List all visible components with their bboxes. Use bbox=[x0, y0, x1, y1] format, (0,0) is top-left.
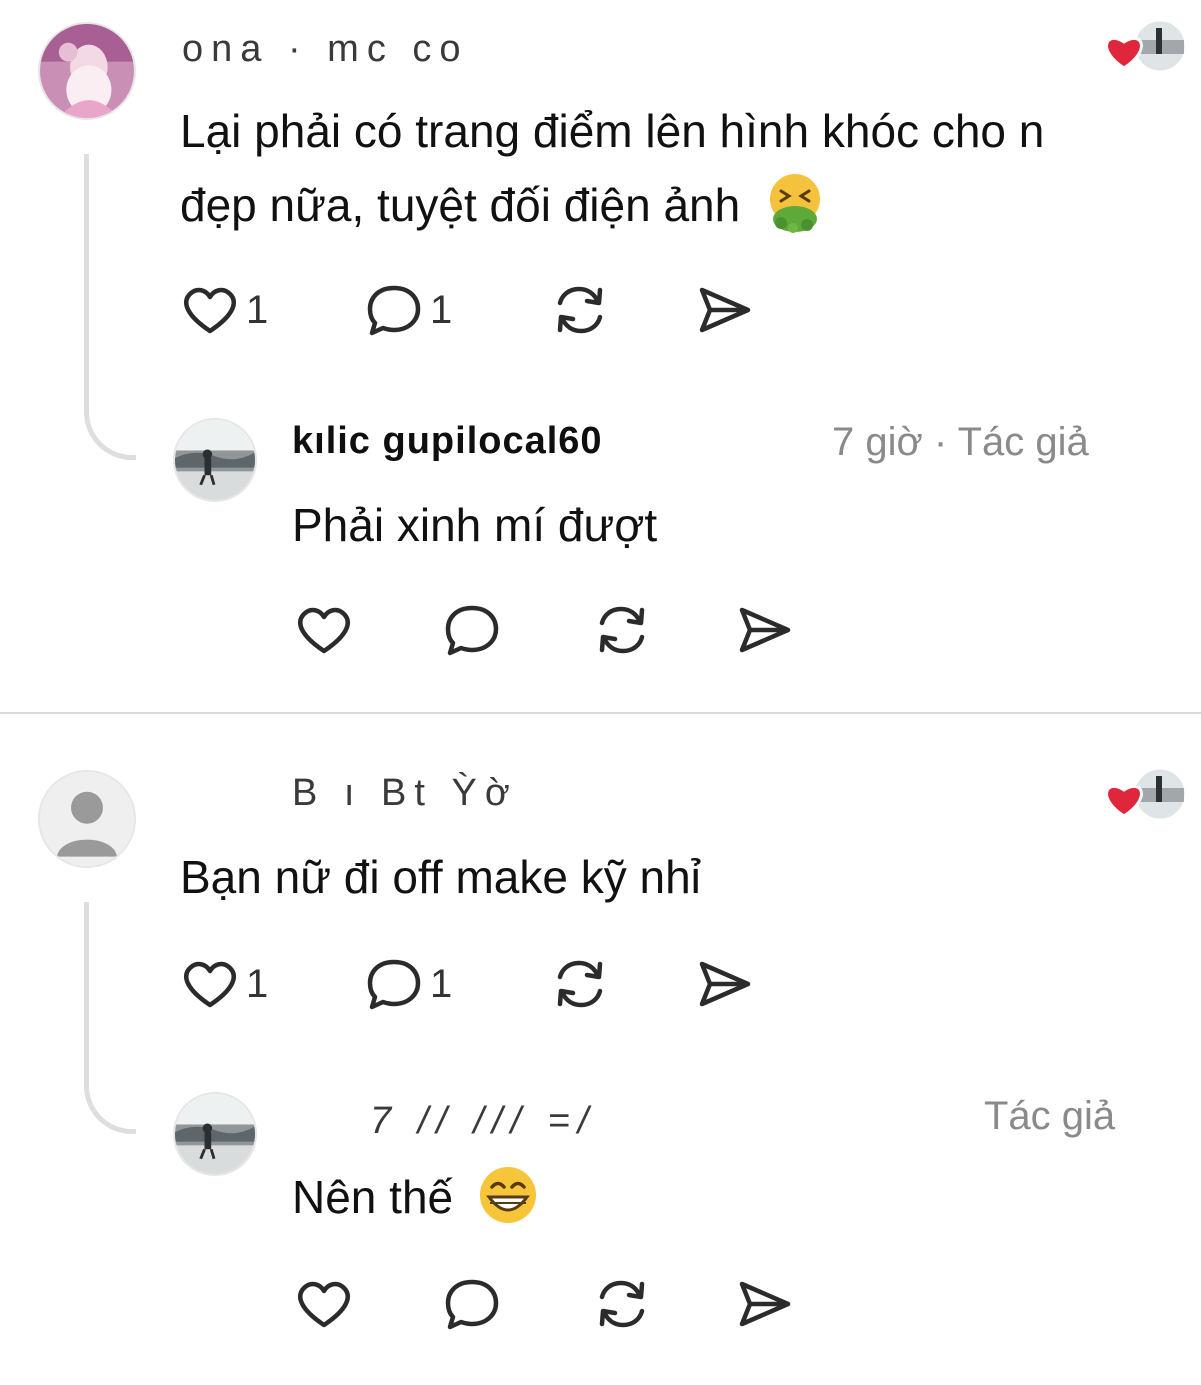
repost-icon bbox=[599, 606, 645, 654]
heart-outline-icon bbox=[298, 607, 350, 654]
send-icon bbox=[699, 287, 751, 333]
reply-button[interactable]: 1 bbox=[362, 952, 452, 1016]
comment-text-line-1: Lại phải có trang điểm lên hình khóc cho… bbox=[180, 105, 1045, 157]
comment-actions: 1 1 bbox=[178, 278, 798, 342]
reply-button[interactable] bbox=[440, 598, 504, 662]
like-count: 1 bbox=[246, 961, 269, 1006]
author-tag: Tác giả bbox=[957, 420, 1089, 464]
comment-text-continued: đẹp nữa, tuyệt đối điện ảnh bbox=[180, 168, 827, 242]
repost-icon bbox=[557, 960, 603, 1008]
like-button[interactable] bbox=[292, 1272, 356, 1336]
reply-time: 7 giờ bbox=[832, 420, 923, 464]
like-count: 1 bbox=[246, 287, 269, 332]
thread-divider bbox=[0, 712, 1201, 714]
author-liked-badge bbox=[1102, 16, 1188, 78]
repost-icon bbox=[557, 286, 603, 334]
reply-count: 1 bbox=[430, 961, 453, 1006]
heart-outline-icon bbox=[298, 1281, 350, 1328]
avatar[interactable] bbox=[38, 22, 136, 120]
comment-text-line-2: đẹp nữa, tuyệt đối điện ảnh bbox=[180, 179, 741, 231]
share-button[interactable] bbox=[692, 952, 756, 1016]
send-icon bbox=[699, 961, 751, 1007]
avatar[interactable] bbox=[173, 1092, 257, 1176]
thread-connector-line bbox=[84, 902, 136, 1134]
comment-username[interactable]: B ı Bt Ỳờ bbox=[292, 772, 752, 815]
reply-meta: 7 giờ · Tác giả bbox=[832, 420, 1089, 465]
reply-actions bbox=[292, 598, 812, 662]
share-button[interactable] bbox=[732, 598, 796, 662]
heart-icon bbox=[1105, 784, 1143, 818]
grinning-face-icon bbox=[476, 1163, 540, 1227]
repost-button[interactable] bbox=[590, 598, 654, 662]
send-icon bbox=[739, 1281, 791, 1327]
comment-username[interactable]: ona · mc co bbox=[182, 28, 822, 71]
comment-bubble-icon bbox=[367, 285, 421, 336]
share-button[interactable] bbox=[732, 1272, 796, 1336]
reply-meta: Tác giả bbox=[984, 1094, 1115, 1139]
avatar[interactable] bbox=[173, 418, 257, 502]
reply-text-content: Nên thế bbox=[292, 1171, 454, 1223]
like-button[interactable]: 1 bbox=[178, 278, 268, 342]
send-icon bbox=[739, 607, 791, 653]
nauseated-face-icon bbox=[763, 171, 827, 235]
reply-count: 1 bbox=[430, 287, 453, 332]
heart-icon bbox=[1105, 36, 1143, 70]
comment-text: Bạn nữ đi off make kỹ nhỉ bbox=[180, 851, 701, 903]
reply-actions bbox=[292, 1272, 812, 1336]
default-avatar-icon[interactable] bbox=[38, 770, 136, 868]
repost-button[interactable] bbox=[548, 952, 612, 1016]
heart-outline-icon bbox=[184, 287, 236, 334]
like-button[interactable]: 1 bbox=[178, 952, 268, 1016]
repost-icon bbox=[599, 1280, 645, 1328]
author-liked-badge bbox=[1102, 764, 1188, 826]
reply-username[interactable]: kılic gupilocal60 bbox=[292, 420, 832, 463]
comment-actions: 1 1 bbox=[178, 952, 798, 1016]
heart-outline-icon bbox=[184, 961, 236, 1008]
share-button[interactable] bbox=[692, 278, 756, 342]
reply-button[interactable] bbox=[440, 1272, 504, 1336]
comment-bubble-icon bbox=[445, 605, 499, 656]
like-button[interactable] bbox=[292, 598, 356, 662]
thread-connector-line bbox=[84, 154, 136, 460]
meta-separator: · bbox=[933, 420, 948, 464]
reply-username[interactable]: 7 // /// =/ bbox=[370, 1100, 910, 1143]
reply-button[interactable]: 1 bbox=[362, 278, 452, 342]
repost-button[interactable] bbox=[548, 278, 612, 342]
repost-button[interactable] bbox=[590, 1272, 654, 1336]
reply-text: Phải xinh mí đượt bbox=[292, 499, 658, 551]
reply-text: Nên thế bbox=[292, 1160, 540, 1234]
comment-text: Lại phải có trang điểm lên hình khóc cho… bbox=[180, 94, 1044, 168]
author-tag: Tác giả bbox=[984, 1094, 1116, 1138]
comment-bubble-icon bbox=[445, 1279, 499, 1330]
comment-bubble-icon bbox=[367, 959, 421, 1010]
